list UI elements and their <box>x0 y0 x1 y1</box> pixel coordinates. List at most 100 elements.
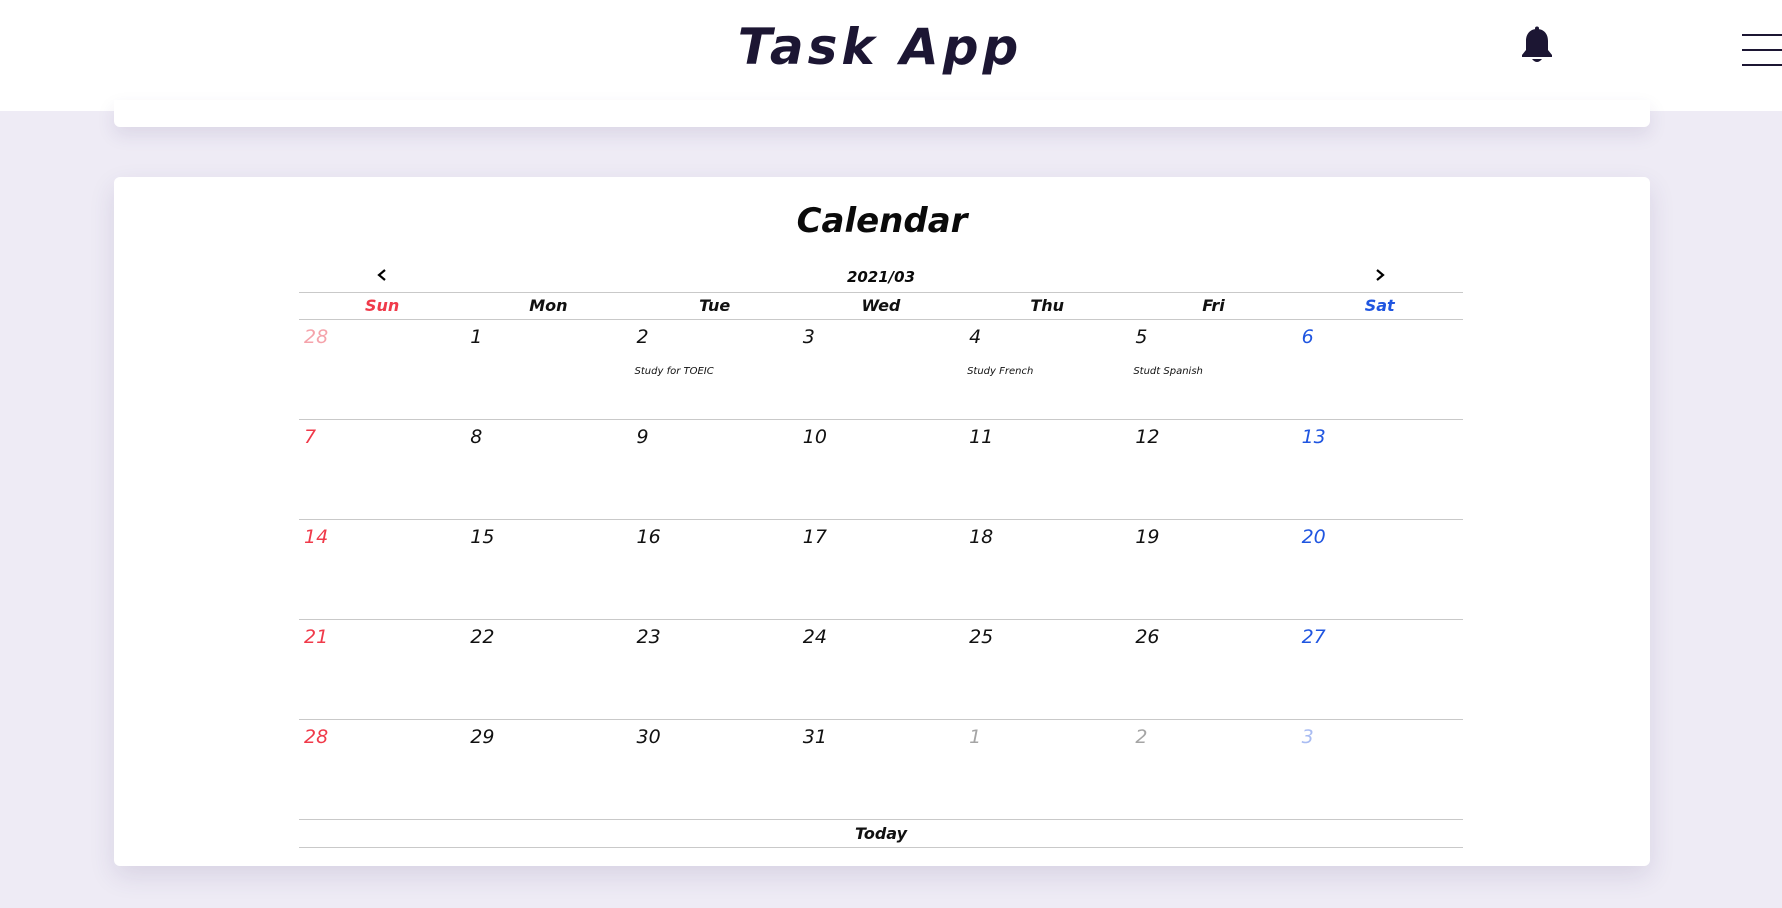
day-number: 17 <box>802 526 827 548</box>
calendar: 2021/03 Sun Mon Tue Wed Thu Fri Sat 28 1 2… <box>299 265 1463 848</box>
day-number: 15 <box>470 526 495 548</box>
day-number: 27 <box>1301 626 1326 648</box>
day-number: 16 <box>636 526 661 548</box>
calendar-title: Calendar <box>796 201 968 241</box>
day-number: 1 <box>470 326 483 348</box>
calendar-day-cell[interactable]: 28 <box>299 320 465 420</box>
day-number: 10 <box>802 426 827 448</box>
calendar-day-cell[interactable]: 4 Study French <box>964 320 1130 420</box>
app-header: Task App <box>0 0 1782 111</box>
calendar-week: 28 29 30 31 1 2 3 <box>299 720 1463 820</box>
calendar-day-cell[interactable]: 23 <box>632 620 798 720</box>
day-number: 18 <box>969 526 994 548</box>
hamburger-menu-icon[interactable] <box>1742 34 1782 68</box>
task-label[interactable]: Studt Spanish <box>1133 366 1203 377</box>
calendar-day-cell[interactable]: 8 <box>465 420 631 520</box>
weekday-sat: Sat <box>1364 296 1395 315</box>
calendar-day-cell[interactable]: 24 <box>798 620 964 720</box>
calendar-day-cell[interactable]: 25 <box>964 620 1130 720</box>
day-number: 26 <box>1135 626 1160 648</box>
weekday-tue: Tue <box>699 296 731 315</box>
calendar-day-cell[interactable]: 3 <box>1297 720 1463 820</box>
calendar-day-cell[interactable]: 18 <box>964 520 1130 620</box>
calendar-grid: 28 1 2 Study for TOEIC 3 4 Study French 5 Studt … <box>299 320 1463 820</box>
calendar-day-cell[interactable]: 2 <box>1130 720 1296 820</box>
day-number: 28 <box>304 726 329 748</box>
day-number: 3 <box>1301 726 1314 748</box>
calendar-week: 28 1 2 Study for TOEIC 3 4 Study French 5 Studt … <box>299 320 1463 420</box>
weekday-mon: Mon <box>529 296 568 315</box>
day-number: 21 <box>304 626 329 648</box>
calendar-day-cell[interactable]: 22 <box>465 620 631 720</box>
calendar-day-cell[interactable]: 5 Studt Spanish <box>1130 320 1296 420</box>
day-number: 29 <box>470 726 495 748</box>
app-title: Task App <box>737 18 1023 76</box>
bell-icon[interactable] <box>1520 26 1554 66</box>
today-button[interactable]: Today <box>299 820 1463 848</box>
day-number: 19 <box>1135 526 1160 548</box>
day-number: 12 <box>1135 426 1160 448</box>
weekday-fri: Fri <box>1202 296 1225 315</box>
calendar-day-cell[interactable]: 6 <box>1297 320 1463 420</box>
calendar-day-cell[interactable]: 2 Study for TOEIC <box>632 320 798 420</box>
weekday-wed: Wed <box>861 296 901 315</box>
calendar-day-cell[interactable]: 31 <box>798 720 964 820</box>
day-number: 24 <box>802 626 827 648</box>
calendar-day-cell[interactable]: 29 <box>465 720 631 820</box>
day-number: 3 <box>802 326 815 348</box>
day-number: 11 <box>969 426 994 448</box>
day-number: 2 <box>636 326 649 348</box>
calendar-day-cell[interactable]: 1 <box>465 320 631 420</box>
calendar-day-cell[interactable]: 14 <box>299 520 465 620</box>
day-number: 25 <box>969 626 994 648</box>
weekday-sun: Sun <box>364 296 400 315</box>
calendar-day-cell[interactable]: 19 <box>1130 520 1296 620</box>
day-number: 4 <box>969 326 982 348</box>
header-card <box>114 100 1650 127</box>
calendar-day-cell[interactable]: 16 <box>632 520 798 620</box>
task-label[interactable]: Study French <box>967 366 1033 377</box>
calendar-day-cell[interactable]: 11 <box>964 420 1130 520</box>
calendar-day-cell[interactable]: 26 <box>1130 620 1296 720</box>
day-number: 30 <box>636 726 661 748</box>
day-number: 14 <box>304 526 329 548</box>
day-number: 8 <box>470 426 483 448</box>
month-navigation: 2021/03 <box>299 265 1463 293</box>
day-number: 1 <box>969 726 982 748</box>
calendar-day-cell[interactable]: 20 <box>1297 520 1463 620</box>
calendar-day-cell[interactable]: 1 <box>964 720 1130 820</box>
day-number: 2 <box>1135 726 1148 748</box>
day-number: 6 <box>1301 326 1314 348</box>
calendar-day-cell[interactable]: 12 <box>1130 420 1296 520</box>
day-number: 23 <box>636 626 661 648</box>
day-number: 20 <box>1301 526 1326 548</box>
day-number: 22 <box>470 626 495 648</box>
next-month-button[interactable] <box>1368 267 1392 289</box>
calendar-day-cell[interactable]: 9 <box>632 420 798 520</box>
task-label[interactable]: Study for TOEIC <box>635 366 714 377</box>
calendar-day-cell[interactable]: 15 <box>465 520 631 620</box>
calendar-day-cell[interactable]: 3 <box>798 320 964 420</box>
calendar-day-cell[interactable]: 30 <box>632 720 798 820</box>
weekday-header: Sun Mon Tue Wed Thu Fri Sat <box>299 293 1463 320</box>
calendar-day-cell[interactable]: 17 <box>798 520 964 620</box>
weekday-thu: Thu <box>1030 296 1065 315</box>
calendar-day-cell[interactable]: 7 <box>299 420 465 520</box>
calendar-week: 14 15 16 17 18 19 20 <box>299 520 1463 620</box>
calendar-week: 7 8 9 10 11 12 13 <box>299 420 1463 520</box>
month-label: 2021/03 <box>846 268 916 286</box>
day-number: 31 <box>802 726 827 748</box>
day-number: 7 <box>304 426 317 448</box>
calendar-week: 21 22 23 24 25 26 27 <box>299 620 1463 720</box>
day-number: 28 <box>304 326 329 348</box>
calendar-day-cell[interactable]: 13 <box>1297 420 1463 520</box>
calendar-day-cell[interactable]: 10 <box>798 420 964 520</box>
day-number: 9 <box>636 426 649 448</box>
day-number: 5 <box>1135 326 1148 348</box>
day-number: 13 <box>1301 426 1326 448</box>
chevron-right-icon <box>1376 269 1385 281</box>
calendar-day-cell[interactable]: 21 <box>299 620 465 720</box>
calendar-day-cell[interactable]: 27 <box>1297 620 1463 720</box>
calendar-day-cell[interactable]: 28 <box>299 720 465 820</box>
calendar-card: Calendar 2021/03 Sun Mon Tue Wed Thu Fri… <box>114 177 1650 866</box>
